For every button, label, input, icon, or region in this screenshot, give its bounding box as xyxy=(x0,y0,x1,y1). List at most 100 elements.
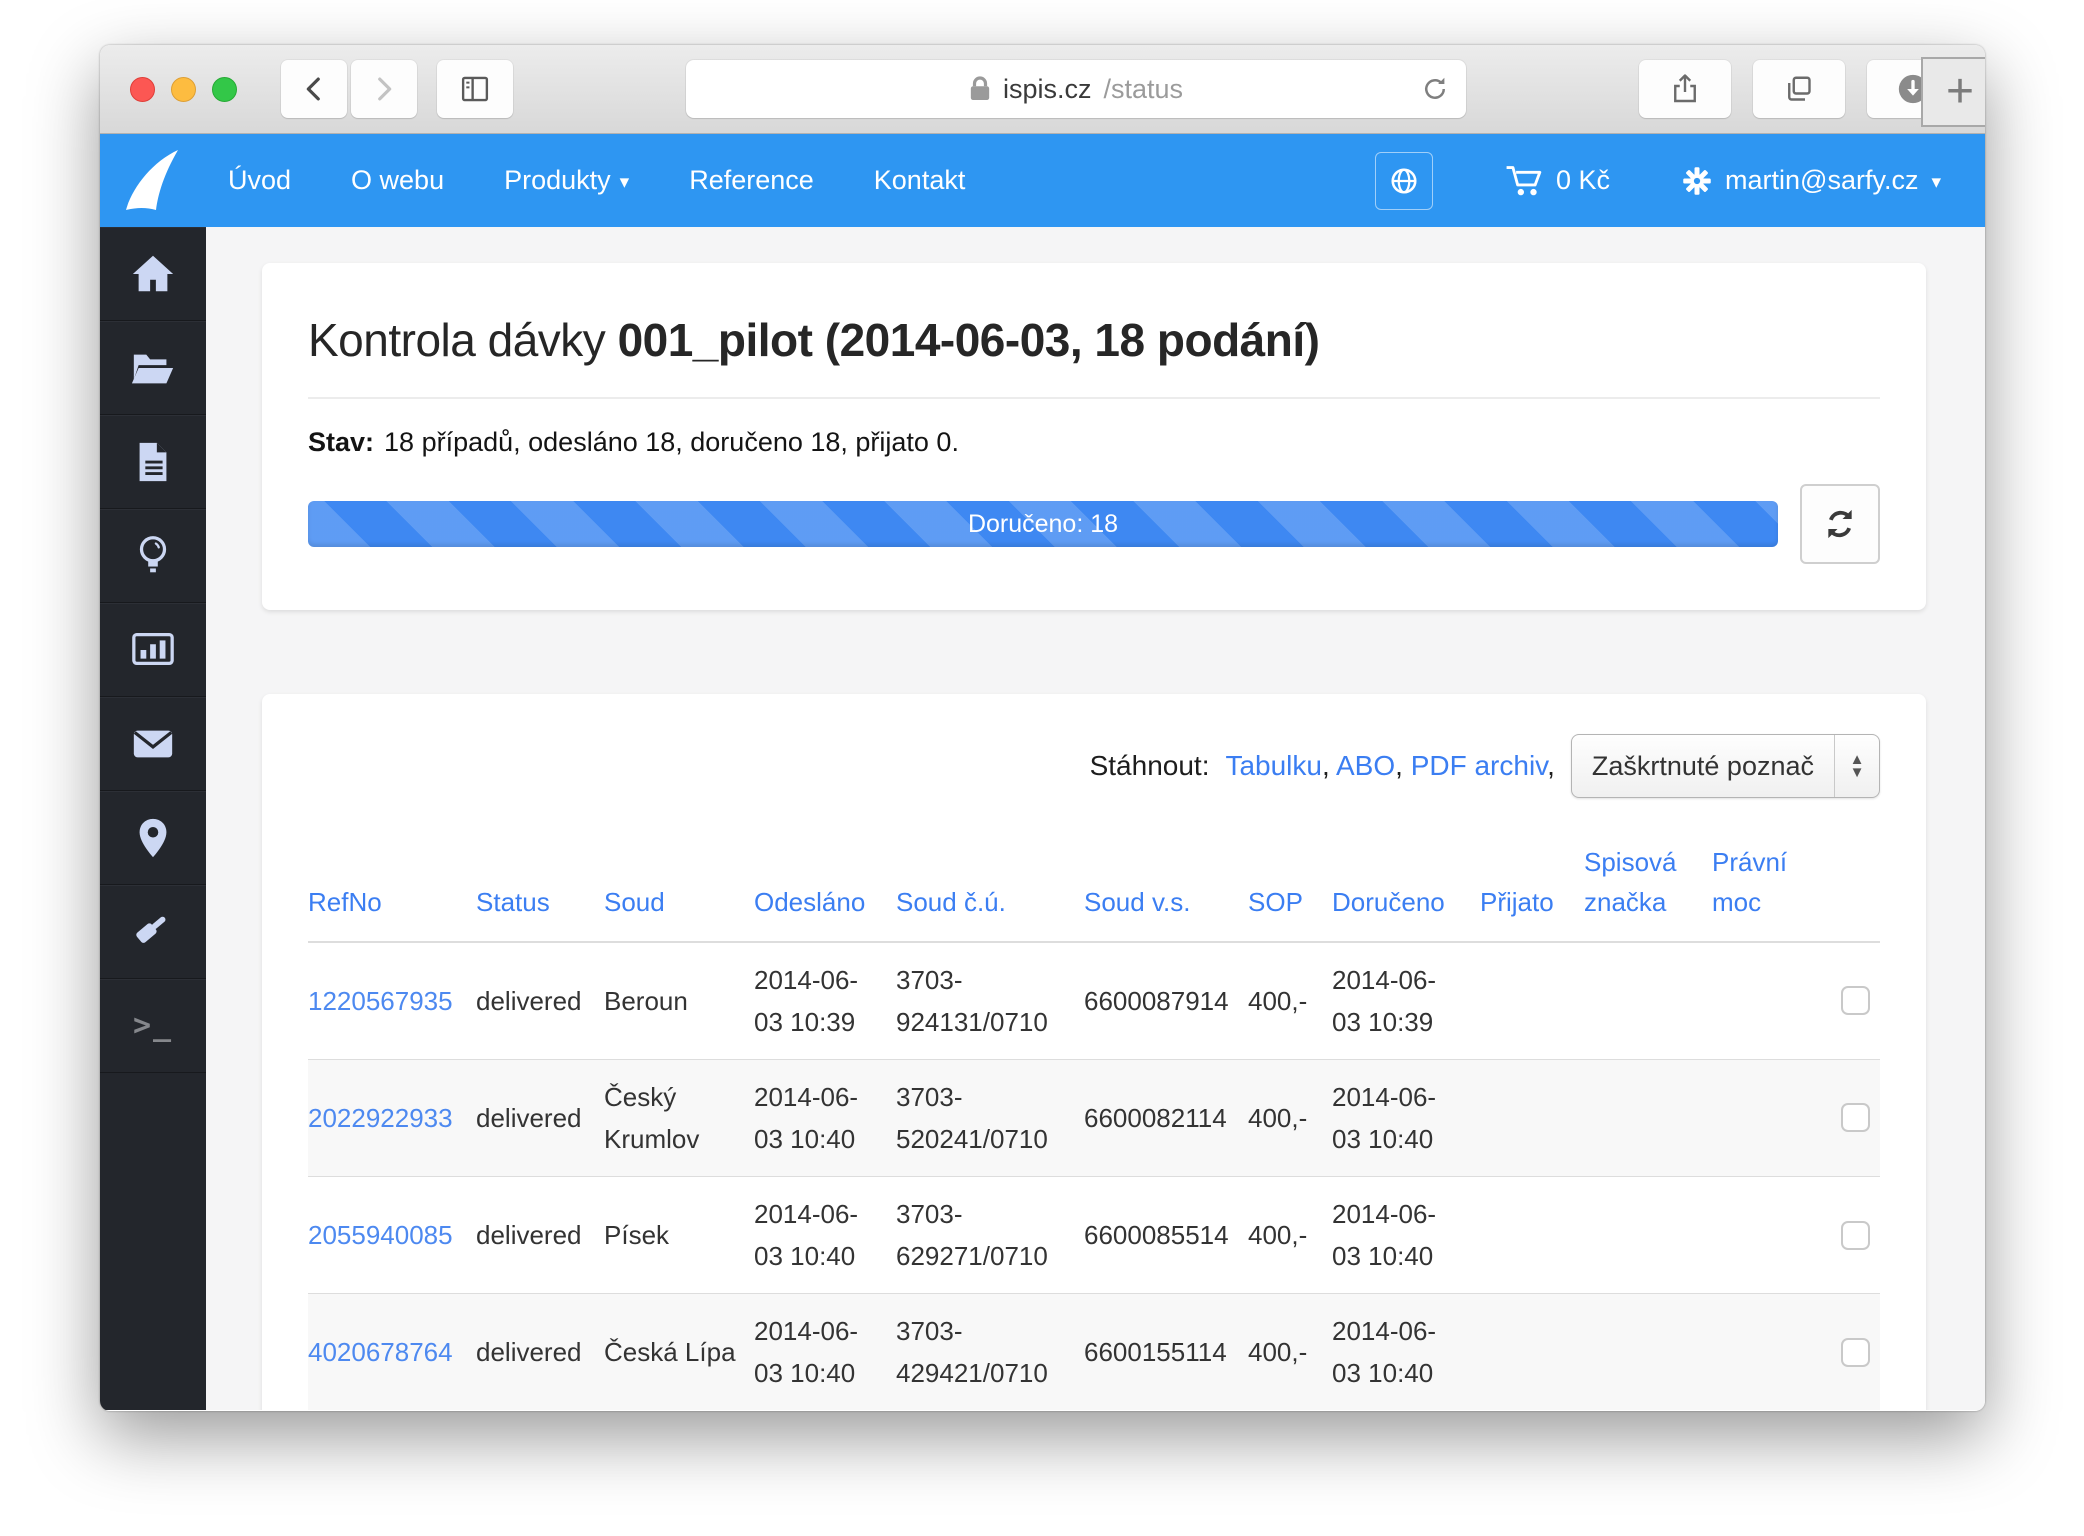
refno-link[interactable]: 2022922933 xyxy=(308,1103,453,1133)
doruceno-cell: 2014-06- 03 10:40 xyxy=(1332,1176,1480,1294)
sidebar-item-terminal[interactable]: >_ xyxy=(100,979,206,1073)
column-header-p-ijato[interactable]: Přijato xyxy=(1480,832,1584,943)
browser-window: ispis.cz/status + Úvod O webu Produkty ▾… xyxy=(100,45,1985,1411)
sarfy-logo[interactable] xyxy=(118,148,188,214)
nav-link-label: Úvod xyxy=(228,165,292,195)
sidebar-item-locations[interactable] xyxy=(100,791,206,885)
odeslano-cell: 2014-06- 03 10:40 xyxy=(754,1176,896,1294)
fullscreen-icon[interactable] xyxy=(212,76,237,102)
reload-button[interactable] xyxy=(1420,73,1450,112)
nav-link-label: Reference xyxy=(689,165,814,195)
column-header-status[interactable]: Status xyxy=(476,832,604,943)
nav-link-uvod[interactable]: Úvod xyxy=(228,165,291,196)
soud-cu-cell: 3703- 629271/0710 xyxy=(896,1176,1084,1294)
pravni-moc-cell xyxy=(1712,1176,1812,1294)
download-row: Stáhnout: Tabulku, ABO, PDF archiv, Zašk… xyxy=(308,734,1880,798)
download-link[interactable]: Tabulku xyxy=(1225,750,1322,781)
forward-icon xyxy=(378,77,392,101)
language-button[interactable] xyxy=(1374,151,1433,210)
sidebar-item-ideas[interactable] xyxy=(100,509,206,603)
spisova-znacka-cell xyxy=(1584,1293,1712,1410)
table-row: 1220567935 delivered Beroun 2014-06- 03 10:… xyxy=(308,942,1880,1060)
account-menu[interactable]: martin@sarfy.cz ▾ xyxy=(1682,165,1941,196)
column-header-odesl-no[interactable]: Odesláno xyxy=(754,832,896,943)
nav-link-kontakt[interactable]: Kontakt xyxy=(874,165,966,196)
address-bar[interactable]: ispis.cz/status xyxy=(686,60,1466,118)
sop-cell: 400,- xyxy=(1248,985,1308,1016)
column-header-checkbox xyxy=(1812,832,1880,943)
column-header-doru-eno[interactable]: Doručeno xyxy=(1332,832,1480,943)
column-header-pr-vn-moc[interactable]: Právní moc xyxy=(1712,832,1812,943)
soud-vs-cell: 6600155114 xyxy=(1084,1293,1248,1410)
chevron-down-icon: ▾ xyxy=(1931,172,1941,193)
minimize-icon[interactable] xyxy=(171,76,196,102)
submissions-card: Stáhnout: Tabulku, ABO, PDF archiv, Zašk… xyxy=(262,694,1926,1410)
checkbox-cell xyxy=(1812,1293,1880,1410)
cart-button[interactable]: 0 Kč xyxy=(1505,164,1610,198)
progress-bar: Doručeno: 18 xyxy=(308,501,1778,547)
refno-link[interactable]: 2055940085 xyxy=(308,1220,453,1250)
map-marker-icon xyxy=(139,818,167,857)
new-tab-button[interactable]: + xyxy=(1921,57,1985,127)
sidebar-item-messages[interactable] xyxy=(100,697,206,791)
nav-link-produkty[interactable]: Produkty ▾ xyxy=(504,165,629,196)
tab-overview-icon xyxy=(1788,76,1811,101)
column-header-soud-v-s-[interactable]: Soud v.s. xyxy=(1084,832,1248,943)
column-header-soud[interactable]: Soud xyxy=(604,832,754,943)
status-text: 18 případů, odesláno 18, doručeno 18, př… xyxy=(384,427,959,457)
account-email: martin@sarfy.cz xyxy=(1725,165,1919,195)
table-row: 4020678764 delivered Česká Lípa 2014-06- 03… xyxy=(308,1293,1880,1410)
sidebar-toggle-button[interactable] xyxy=(437,60,513,118)
row-checkbox[interactable] xyxy=(1841,1337,1870,1367)
refno-link[interactable]: 4020678764 xyxy=(308,1337,453,1367)
nav-link-reference[interactable]: Reference xyxy=(689,165,814,196)
column-header-spisov-zna-ka[interactable]: Spisová značka xyxy=(1584,832,1712,943)
back-button[interactable] xyxy=(281,60,347,118)
page-title-light: Kontrola dávky xyxy=(308,314,606,366)
column-header-sop[interactable]: SOP xyxy=(1248,832,1332,943)
odeslano-cell: 2014-06- 03 10:40 xyxy=(754,1058,896,1177)
spisova-znacka-cell xyxy=(1584,1058,1712,1177)
nav-link-label: O webu xyxy=(351,165,445,195)
folder-open-icon xyxy=(131,354,174,383)
row-checkbox[interactable] xyxy=(1841,1220,1870,1250)
close-icon[interactable] xyxy=(130,76,155,102)
soud-cell: Beroun xyxy=(604,985,688,1016)
soud-cu-cell: 3703- 520241/0710 xyxy=(896,1058,1084,1177)
pravni-moc-cell xyxy=(1712,1293,1812,1410)
terminal-icon: >_ xyxy=(132,1008,174,1043)
refresh-icon xyxy=(1828,509,1852,539)
doruceno-cell: 2014-06- 03 10:40 xyxy=(1332,1058,1480,1177)
browser-titlebar: ispis.cz/status + xyxy=(100,45,1985,134)
pravni-moc-cell xyxy=(1712,1058,1812,1177)
prijato-cell xyxy=(1480,1058,1584,1177)
row-checkbox[interactable] xyxy=(1841,986,1870,1016)
download-link[interactable]: ABO xyxy=(1336,750,1395,781)
globe-icon xyxy=(1391,167,1417,194)
refno-link[interactable]: 1220567935 xyxy=(308,986,453,1016)
table-body: 1220567935 delivered Beroun 2014-06- 03 10:… xyxy=(308,942,1880,1410)
sidebar-item-documents[interactable] xyxy=(100,415,206,509)
nav-link-o-webu[interactable]: O webu xyxy=(351,165,444,196)
column-header-refno[interactable]: RefNo xyxy=(308,832,476,943)
row-checkbox[interactable] xyxy=(1841,1103,1870,1133)
status-cell: delivered xyxy=(476,1058,604,1177)
soud-cu-cell: 3703- 429421/0710 xyxy=(896,1293,1084,1410)
download-link[interactable]: PDF archiv xyxy=(1411,750,1547,781)
forward-button[interactable] xyxy=(351,60,417,118)
column-header-soud-[interactable]: Soud č.ú. xyxy=(896,832,1084,943)
cart-icon xyxy=(1506,165,1542,195)
bulk-action-select[interactable]: Zaškrtnuté poznač ▲ ▼ xyxy=(1570,734,1880,798)
sidebar-item-auctions[interactable] xyxy=(100,885,206,979)
sidebar-item-home[interactable] xyxy=(100,227,206,321)
title-divider xyxy=(308,397,1880,399)
sidebar-item-statistics[interactable] xyxy=(100,603,206,697)
nav-link-label: Produkty xyxy=(504,165,611,195)
prijato-cell xyxy=(1480,1293,1584,1410)
soud-vs-cell: 6600085514 xyxy=(1084,1176,1248,1294)
tab-overview-button[interactable] xyxy=(1753,60,1845,118)
doruceno-cell: 2014-06- 03 10:40 xyxy=(1332,1293,1480,1410)
share-button[interactable] xyxy=(1639,60,1731,118)
sidebar-item-cases[interactable] xyxy=(100,321,206,415)
refresh-button[interactable] xyxy=(1800,484,1880,564)
